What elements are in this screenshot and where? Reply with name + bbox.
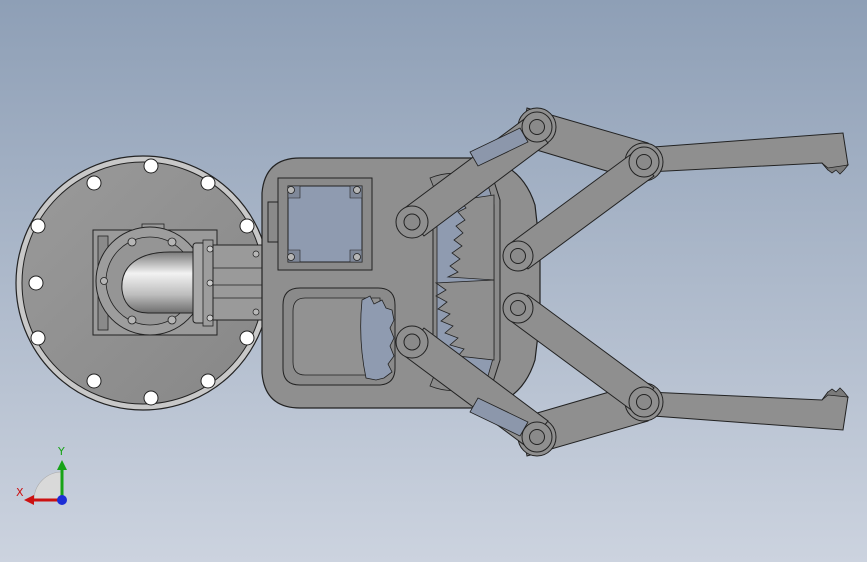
motor-housing[interactable] [92, 223, 218, 336]
motor-window[interactable] [277, 177, 373, 271]
pivot-pin [521, 421, 553, 453]
pivot-pin [502, 292, 534, 324]
pivot-pin [395, 325, 429, 359]
pivot-pin [502, 240, 534, 272]
pivot-pin [628, 386, 660, 418]
cad-viewport[interactable]: Y X [0, 0, 867, 562]
z-axis-point [57, 495, 67, 505]
y-axis-label: Y [57, 445, 65, 458]
pivot-pin [628, 146, 660, 178]
cad-canvas[interactable]: Y X [0, 0, 867, 562]
pinion-pocket[interactable] [282, 287, 396, 386]
pivot-pin [521, 111, 553, 143]
pinion-gear [360, 295, 395, 381]
x-axis-label: X [16, 486, 24, 499]
coupling-shaft[interactable] [212, 244, 264, 321]
pivot-pin [395, 205, 429, 239]
